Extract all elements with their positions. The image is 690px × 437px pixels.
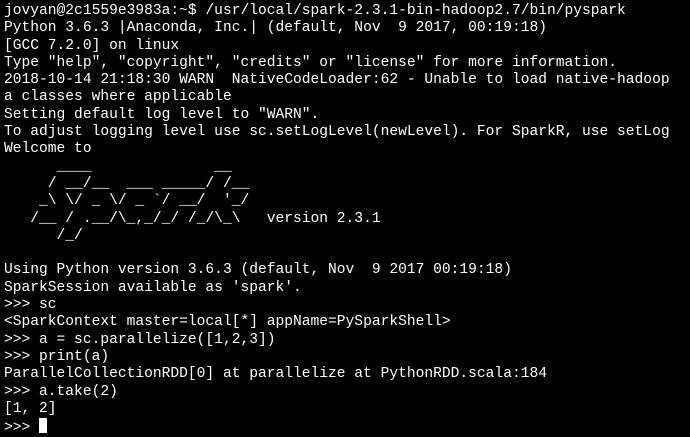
python-version-line: Python 3.6.3 |Anaconda, Inc.| (default, … (4, 20, 547, 37)
repl-output-line: [1, 2] (4, 400, 57, 417)
repl-input-line: >>> print(a) (4, 348, 110, 365)
spark-logo-line: /_/ (4, 227, 83, 244)
spark-logo-version-line: /__ / .__/\_,_/_/ /_/\_\ version 2.3.1 (4, 210, 381, 227)
repl-input-line: >>> a = sc.parallelize([1,2,3]) (4, 331, 276, 348)
warn-log-line: 2018-10-14 21:18:30 WARN NativeCodeLoade… (4, 72, 670, 89)
log-adjust-hint-line: To adjust logging level use sc.setLogLev… (4, 124, 670, 141)
prompt-text: >>> (4, 420, 40, 436)
gcc-version-line: [GCC 7.2.0] on linux (4, 37, 180, 54)
spark-logo-line: _\ \/ _ \/ _ `/ __/ '_/ (4, 193, 250, 210)
repl-input-line: >>> sc (4, 297, 57, 314)
text-cursor (39, 418, 48, 434)
spark-logo-line: / __/__ ___ _____/ /__ (4, 175, 250, 192)
python-runtime-line: Using Python version 3.6.3 (default, Nov… (4, 262, 512, 279)
shell-command-line: jovyan@2c1559e3983a:~$ /usr/local/spark-… (4, 3, 626, 19)
repl-output-line: ParallelCollectionRDD[0] at parallelize … (4, 366, 547, 383)
repl-input-line: >>> a.take(2) (4, 383, 118, 400)
help-hint-line: Type "help", "copyright", "credits" or "… (4, 54, 618, 71)
terminal-window[interactable]: jovyan@2c1559e3983a:~$ /usr/local/spark-… (0, 0, 690, 437)
spark-logo-line: ____ __ (4, 158, 232, 175)
warn-log-continuation-line: a classes where applicable (4, 89, 232, 106)
welcome-line: Welcome to (4, 141, 92, 158)
log-level-line: Setting default log level to "WARN". (4, 106, 320, 123)
repl-output-line: <SparkContext master=local[*] appName=Py… (4, 314, 451, 331)
session-available-line: SparkSession available as 'spark'. (4, 279, 302, 296)
active-prompt-line[interactable]: >>> (4, 418, 690, 435)
